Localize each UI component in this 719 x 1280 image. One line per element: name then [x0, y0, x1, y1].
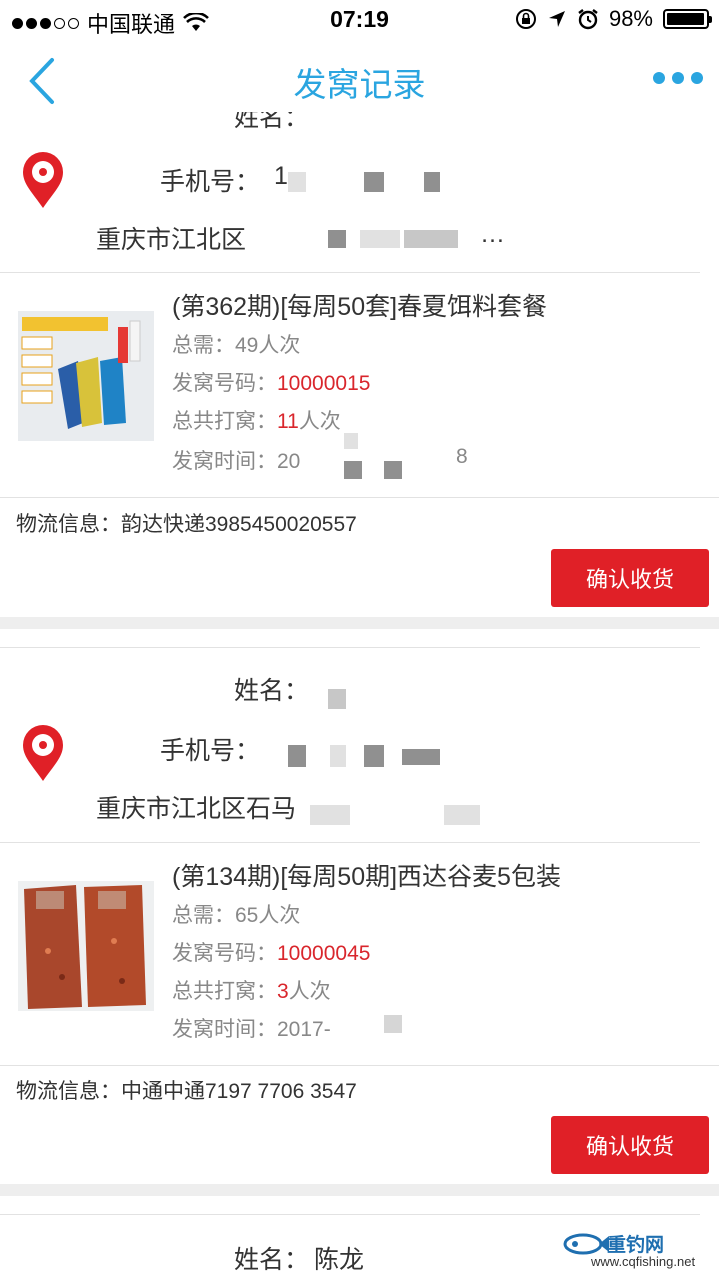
logistics-label: 物流信息：: [16, 1080, 121, 1103]
fish-logo-icon: [563, 1233, 609, 1255]
total-nests-label: 总共打窝：: [172, 410, 277, 433]
battery-percent: 98%: [608, 6, 653, 31]
section-gap: [0, 1184, 719, 1196]
redaction: [288, 745, 306, 767]
phone-label: 手机号：: [160, 168, 261, 196]
battery-icon: [663, 9, 712, 29]
status-bar: 中国联通 07:19 98%: [0, 0, 719, 40]
watermark-url: www.cqfishing.net: [591, 1254, 696, 1269]
redaction: [424, 172, 440, 192]
phone-label: 手机号：: [160, 737, 261, 765]
status-right: 98%: [515, 6, 712, 32]
redaction: [384, 1015, 402, 1033]
redaction: [402, 749, 440, 765]
page-title: 发窝记录: [293, 66, 426, 103]
name-label: 姓名：: [234, 677, 310, 705]
redaction: [288, 172, 306, 192]
total-need-label: 总需：: [172, 334, 235, 357]
more-options-icon[interactable]: [653, 72, 703, 84]
confirm-receipt-button[interactable]: 确认收货: [551, 549, 709, 607]
logistics-info: 物流信息：中通中通7197 7706 3547: [16, 1075, 357, 1105]
redaction: [360, 230, 400, 248]
location-pin-icon: [23, 725, 63, 781]
address-block: 姓名： 手机号： 1 重庆市江北区 …: [0, 112, 719, 262]
logistics-info: 物流信息：韵达快递3985450020557: [16, 508, 357, 538]
nest-number-value: 10000045: [277, 942, 371, 965]
product-title: (第134期)[每周50期]西达谷麦5包装: [172, 863, 561, 891]
product-thumbnail: [18, 881, 154, 1011]
nest-number-value: 10000015: [277, 372, 371, 395]
address-text: 重庆市江北区: [96, 226, 247, 254]
total-nests-suffix: 人次: [288, 980, 331, 1003]
nest-time-value: 20: [277, 450, 301, 473]
name-value: 陈龙: [314, 1246, 365, 1274]
battery-fill: [667, 13, 705, 25]
address-ellipsis: …: [480, 220, 505, 248]
nest-time-row: 发窝时间：20: [172, 445, 300, 475]
divider: [0, 497, 719, 498]
redaction: [364, 745, 384, 767]
product-title: (第362期)[每周50套]春夏饵料套餐: [172, 293, 548, 321]
nest-time-label: 发窝时间：: [172, 450, 277, 473]
redaction: [344, 433, 358, 449]
record-card: 姓名： 手机号： 重庆市江北区石马 (第134期)[每周50期]西达谷麦5包装 …: [0, 647, 719, 1196]
nest-number-label: 发窝号码：: [172, 372, 277, 395]
total-nests-suffix: 人次: [298, 410, 341, 433]
address-text: 重庆市江北区石马: [96, 795, 297, 823]
total-need-row: 总需：49人次: [172, 329, 300, 359]
redaction: [344, 461, 362, 479]
location-pin-icon: [23, 152, 63, 208]
redaction: [328, 689, 346, 709]
nest-number-row: 发窝号码：10000015: [172, 367, 370, 397]
redaction: [444, 805, 480, 825]
phone-value: 1: [274, 162, 288, 190]
nest-time-label: 发窝时间：: [172, 1018, 277, 1041]
total-nests-row: 总共打窝：11人次: [172, 405, 341, 435]
record-card: 姓名： 手机号： 1 重庆市江北区 … (第362期)[每周50套]春夏饵料套餐…: [0, 112, 719, 629]
total-nests-value: 3: [277, 980, 289, 1003]
logistics-label: 物流信息：: [16, 513, 121, 536]
address-block: 姓名： 手机号： 重庆市江北区石马: [0, 647, 719, 842]
product-thumbnail: [18, 311, 154, 441]
nest-time-row: 发窝时间：2017-: [172, 1013, 331, 1043]
total-need-value: 49人次: [235, 334, 301, 357]
name-label: 姓名：: [234, 1246, 310, 1274]
nest-time-tail: 8: [456, 445, 468, 468]
redaction: [328, 230, 346, 248]
redaction: [384, 461, 402, 479]
total-nests-row: 总共打窝：3人次: [172, 975, 331, 1005]
nest-time-value: 2017-: [277, 1018, 331, 1041]
rotation-lock-icon: [515, 9, 536, 29]
total-nests-label: 总共打窝：: [172, 980, 277, 1003]
total-nests-value: 11: [277, 410, 299, 433]
logistics-value: 中通中通7197 7706 3547: [121, 1080, 357, 1103]
redaction: [310, 805, 350, 825]
logistics-value: 韵达快递3985450020557: [121, 513, 357, 536]
total-need-label: 总需：: [172, 904, 235, 927]
redaction: [330, 745, 346, 767]
divider: [0, 1065, 719, 1066]
section-gap: [0, 617, 719, 629]
confirm-receipt-button[interactable]: 确认收货: [551, 1116, 709, 1174]
nest-number-label: 发窝号码：: [172, 942, 277, 965]
record-list[interactable]: 姓名： 手机号： 1 重庆市江北区 … (第362期)[每周50套]春夏饵料套餐…: [0, 112, 719, 1280]
total-need-row: 总需：65人次: [172, 899, 300, 929]
product-item[interactable]: (第362期)[每周50套]春夏饵料套餐 总需：49人次 发窝号码：100000…: [0, 273, 719, 499]
nest-number-row: 发窝号码：10000045: [172, 937, 370, 967]
redaction: [404, 230, 458, 248]
divider: [0, 1214, 700, 1215]
alarm-icon: [578, 9, 598, 30]
watermark-brand: 重钓网: [607, 1235, 665, 1256]
total-need-value: 65人次: [235, 904, 301, 927]
product-item[interactable]: (第134期)[每周50期]西达谷麦5包装 总需：65人次 发窝号码：10000…: [0, 843, 719, 1069]
location-arrow-icon: [548, 11, 565, 27]
name-label: 姓名：: [234, 112, 310, 132]
redaction: [364, 172, 384, 192]
watermark-logo: 重钓网 www.cqfishing.net: [563, 1230, 713, 1274]
